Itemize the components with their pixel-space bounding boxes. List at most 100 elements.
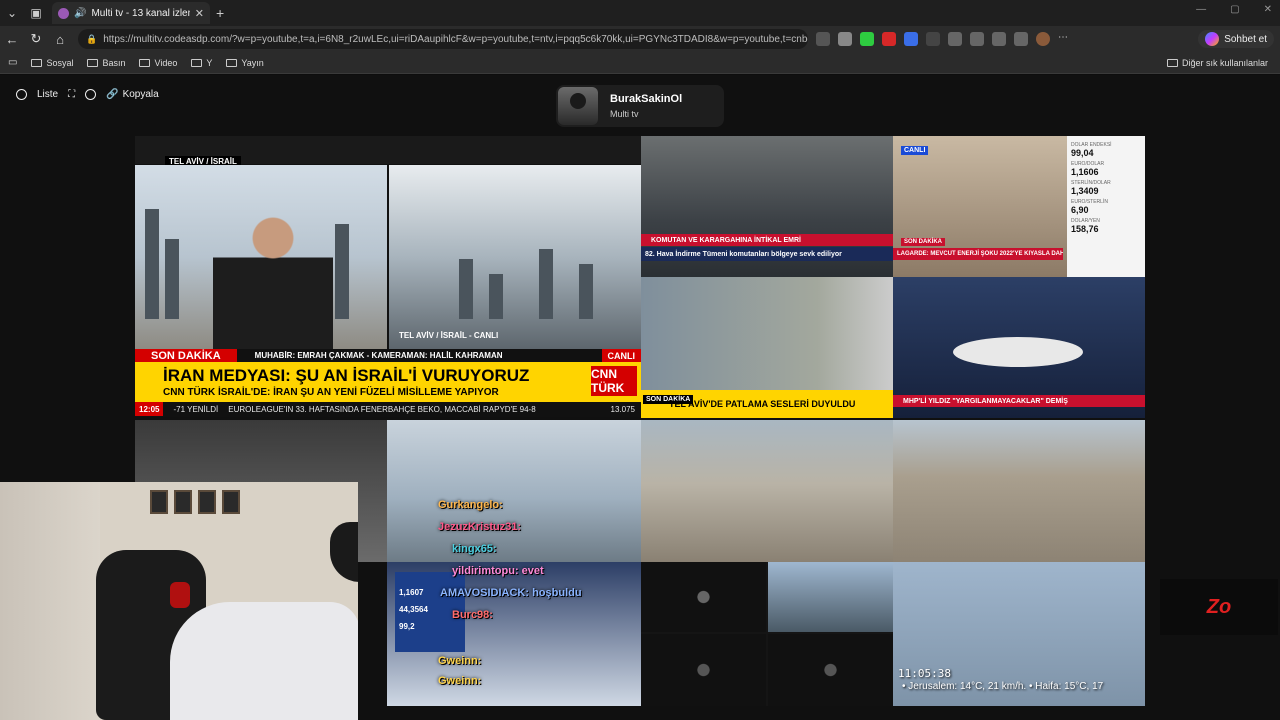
bookmark-folder[interactable]: Video <box>139 58 177 68</box>
tab-title: Multi tv - 13 kanal izleniyor <box>91 7 189 19</box>
lock-icon[interactable]: 🔒 <box>86 34 97 45</box>
speaker-icon[interactable]: 🔊 <box>74 8 86 19</box>
fullscreen-icon[interactable]: ⛶ <box>68 89 75 100</box>
chat-user: Gweinn: <box>438 655 482 667</box>
collections-icon[interactable] <box>1014 32 1028 46</box>
breaking-news-badge: SON DAKİKA <box>901 238 946 246</box>
copilot-button[interactable]: Sohbet et <box>1198 30 1274 48</box>
minimize-icon[interactable]: — <box>1196 4 1206 15</box>
building-shape <box>539 249 553 319</box>
refresh-icon[interactable]: ↻ <box>24 31 48 47</box>
video-tile-ntv[interactable]: KOMUTAN VE KARARGAHINA İNTİKAL EMRİ 82. … <box>641 136 893 277</box>
extension-icon[interactable] <box>838 32 852 46</box>
building-shape <box>165 239 179 319</box>
headline-text: İRAN MEDYASI: ŞU AN İSRAİL'İ VURUYORUZ <box>163 366 530 385</box>
reporter-credits: MUHABİR: EMRAH ÇAKMAK - KAMERAMAN: HALİL… <box>236 349 602 362</box>
url-text: https://multitv.codeasdp.com/?w=p=youtub… <box>103 33 808 45</box>
address-toolbar: ← ↻ ⌂ 🔒 https://multitv.codeasdp.com/?w=… <box>0 26 1280 52</box>
reading-list-icon[interactable]: ▭ <box>8 57 17 68</box>
copy-label: Kopyala <box>122 89 159 100</box>
ntv-lower-third: 82. Hava İndirme Tümeni komutanları bölg… <box>641 247 893 261</box>
radar-feed <box>768 634 893 706</box>
breaking-news-badge: SON DAKİKA <box>135 349 237 362</box>
bookmark-folder[interactable]: Yayın <box>226 58 264 68</box>
copy-link-button[interactable]: 🔗 Kopyala <box>106 89 159 100</box>
chat-message: kingx65: <box>452 543 497 555</box>
channel-subtitle: Multi tv <box>610 109 639 119</box>
home-icon[interactable]: ⌂ <box>48 32 72 47</box>
headline-band: İRAN MEDYASI: ŞU AN İSRAİL'İ VURUYORUZ C… <box>135 362 641 402</box>
folder-icon <box>1166 58 1178 67</box>
video-tile-city-skyline[interactable] <box>893 420 1145 562</box>
reporter-feed <box>135 165 387 355</box>
avatar <box>558 87 598 125</box>
chair-accent <box>170 582 190 608</box>
video-tile-cnbce[interactable]: DOLAR ENDEKSİ 99,04 EURO/DOLAR 1,1606 STER… <box>893 136 1145 277</box>
favorites-icon[interactable] <box>992 32 1006 46</box>
extension-icon[interactable] <box>904 32 918 46</box>
back-icon[interactable]: ← <box>0 32 24 47</box>
list-button[interactable]: Liste <box>37 89 58 100</box>
bookmark-label: Basın <box>102 57 126 68</box>
close-tab-icon[interactable]: ✕ <box>195 7 204 20</box>
index-value: 13.075 <box>610 404 635 414</box>
tab-menu-icon[interactable]: ⌄ <box>0 0 24 26</box>
radar-feed <box>641 562 766 632</box>
channel-name: BurakSakinOl <box>610 93 683 105</box>
chat-user: yildirimtopu: evet <box>452 565 544 577</box>
video-tile-city-street[interactable] <box>641 420 893 562</box>
url-bar[interactable]: 🔒 https://multitv.codeasdp.com/?w=p=yout… <box>78 29 808 49</box>
bookmark-folder[interactable]: Sosyal <box>31 58 73 68</box>
more-menu-icon[interactable]: ⋯ <box>1058 32 1072 46</box>
settings-icon[interactable] <box>16 89 27 100</box>
extension-icon[interactable] <box>926 32 940 46</box>
browser-tab-active[interactable]: 🔊 Multi tv - 13 kanal izleniyor ✕ <box>52 2 210 24</box>
info-icon[interactable] <box>85 89 97 100</box>
other-favorites[interactable]: Diğer sık kullanılanlar <box>1166 57 1268 68</box>
video-tile-sky-mosaic[interactable] <box>387 420 641 562</box>
channel-card[interactable]: BurakSakinOl Multi tv <box>556 85 724 127</box>
chat-message: Burc98: <box>452 609 493 621</box>
wall-frames <box>150 490 240 514</box>
chat-user: kingx65: <box>452 543 497 555</box>
folder-icon <box>226 58 238 67</box>
streamer-figure <box>170 602 358 720</box>
video-tile-cnnturk[interactable]: TEL AVİV / İSRAİL TEL AVİV / İSRAİL - CA… <box>135 136 641 417</box>
live-badge: CANLI <box>901 146 929 155</box>
tab-favicon-icon <box>58 7 69 19</box>
building-shape <box>145 209 159 319</box>
extension-icon[interactable] <box>816 32 830 46</box>
split-screen-icon[interactable] <box>948 32 962 46</box>
video-tile-radar-grid[interactable] <box>641 562 893 706</box>
maximize-icon[interactable]: ▢ <box>1230 4 1239 15</box>
video-tile-finance-mosaic[interactable]: 1,1607 44,3564 99,2 <box>387 562 641 706</box>
bookmark-folder[interactable]: Basın <box>87 58 125 68</box>
channel-watermark-logo: Zo <box>1160 579 1278 635</box>
webcam-overlay <box>0 482 358 720</box>
new-tab-button[interactable]: + <box>216 5 224 21</box>
profile-avatar[interactable] <box>1036 32 1050 46</box>
bookmark-folder[interactable]: Y <box>191 58 212 68</box>
rate-value: 99,04 <box>1071 148 1094 158</box>
video-tile-haberturk[interactable]: SON DAKİKA TEL AVİV'DE PATLAMA SESLERİ D… <box>641 277 893 418</box>
building-shape <box>489 274 503 319</box>
building-shape <box>579 264 593 319</box>
tvnet-headline: MHP'Lİ YILDIZ "YARGILANMAYACAKLAR" DEMİŞ <box>893 395 1145 407</box>
other-favorites-label: Diğer sık kullanılanlar <box>1181 57 1268 68</box>
bookmark-label: Video <box>154 57 178 68</box>
extension-icon[interactable] <box>882 32 896 46</box>
copilot-icon <box>1205 32 1220 46</box>
extension-icon[interactable] <box>860 32 874 46</box>
subheadline-text: CNN TÜRK İSRAİL'DE: İRAN ŞU AN YENİ FÜZE… <box>163 387 499 398</box>
extensions-puzzle-icon[interactable] <box>970 32 984 46</box>
extensions-area: ⋯ <box>816 32 1072 46</box>
live-badge: CANLI <box>601 349 641 362</box>
workspaces-icon[interactable]: ▣ <box>24 0 48 26</box>
video-tile-tvnet[interactable]: MHP'Lİ YILDIZ "YARGILANMAYACAKLAR" DEMİŞ <box>893 277 1145 418</box>
chat-message: Gweinn: <box>438 675 481 687</box>
list-label: Liste <box>37 89 59 100</box>
close-window-icon[interactable]: ✕ <box>1264 4 1272 15</box>
crawl-band: 12:05 -71 YENİLDİ EUROLEAGUE'IN 33. HAFT… <box>135 402 641 416</box>
chat-user: Gweinn: <box>438 675 482 687</box>
building-shape <box>459 259 473 319</box>
